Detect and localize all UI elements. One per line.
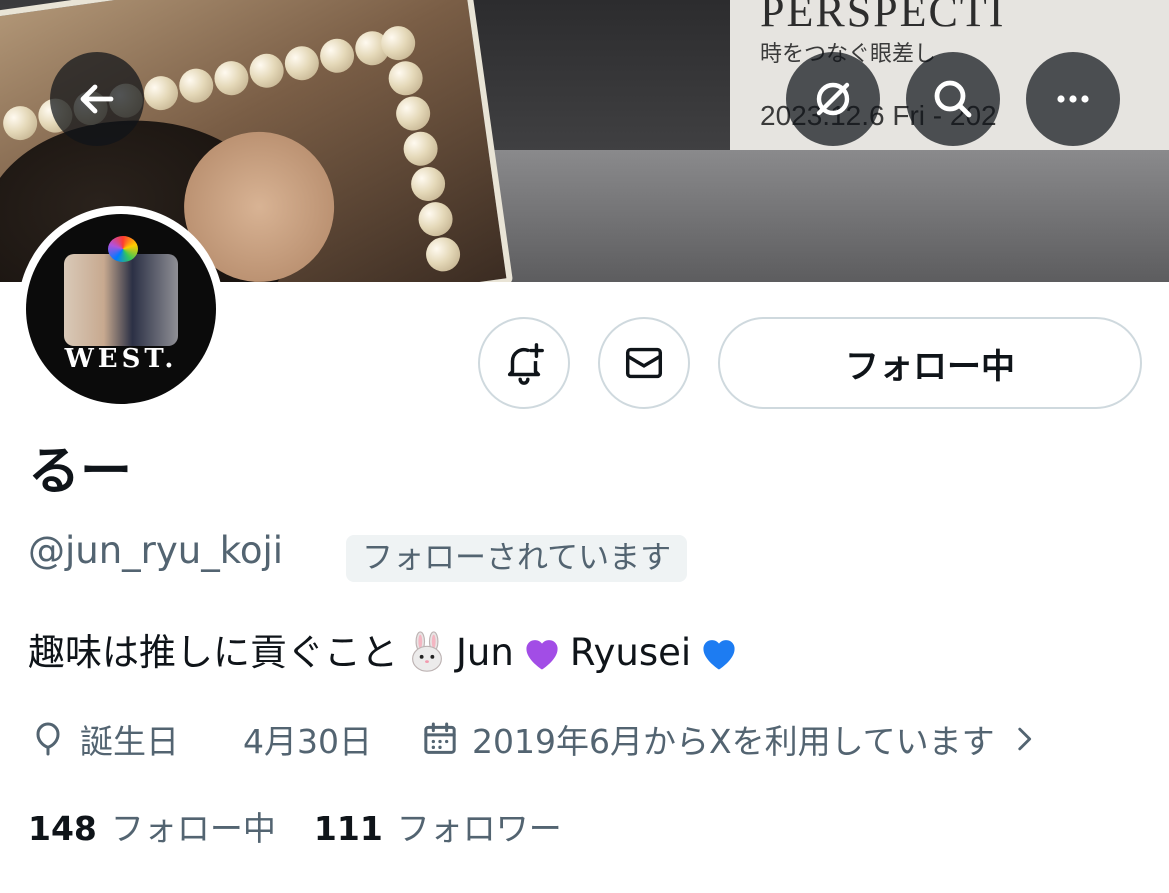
- rabbit-face-emoji: [404, 630, 450, 676]
- display-name: るー: [28, 442, 133, 502]
- follow-stats: 148 フォロー中 111 フォロワー: [28, 802, 562, 850]
- avatar[interactable]: WEST.: [18, 206, 224, 412]
- following-button[interactable]: フォロー中: [718, 317, 1142, 409]
- back-button[interactable]: [50, 52, 144, 146]
- followers-link[interactable]: 111 フォロワー: [314, 802, 562, 850]
- more-icon: [1057, 95, 1089, 103]
- search-button[interactable]: [906, 52, 1000, 146]
- user-handle: @jun_ryu_koji: [28, 529, 284, 572]
- joined-date[interactable]: 2019年6月からXを利用しています: [420, 715, 1041, 763]
- more-button[interactable]: [1026, 52, 1120, 146]
- followers-count: 111: [313, 809, 383, 848]
- banner-vehicle: [440, 150, 1169, 282]
- avatar-photo: [64, 254, 178, 346]
- message-button[interactable]: [598, 317, 690, 409]
- avatar-mascot-icon: [108, 236, 138, 262]
- bio-text-ryusei: Ryusei: [569, 630, 692, 674]
- birthday: 誕生日 4月30日: [28, 715, 372, 763]
- avatar-image: WEST.: [26, 214, 216, 404]
- calendar-icon: [424, 722, 456, 754]
- blue-heart-emoji: [697, 631, 741, 675]
- profile-page: PERSPECTI 時をつなぐ眼差し 2023.12.6 Fri - 202: [0, 0, 1169, 893]
- banner-sign-title: PERSPECTI: [760, 0, 1006, 36]
- back-arrow-icon: [80, 84, 114, 114]
- following-link[interactable]: 148 フォロー中: [28, 802, 276, 850]
- grok-icon: [816, 82, 850, 116]
- avatar-text: WEST.: [64, 344, 178, 374]
- chevron-right-icon: [1017, 727, 1031, 751]
- grok-button[interactable]: [786, 52, 880, 146]
- balloon-icon: [36, 722, 60, 756]
- search-icon: [934, 80, 972, 118]
- birthday-value: 4月30日: [243, 722, 372, 761]
- following-count: 148: [28, 809, 97, 848]
- envelope-icon: [625, 347, 663, 379]
- bio-text-jun: Jun: [456, 630, 514, 674]
- bio-text: 趣味は推しに貢ぐこと: [28, 630, 398, 674]
- follows-you-badge: フォローされています: [346, 535, 688, 583]
- bell-plus-icon: [507, 343, 544, 385]
- profile-bio: 趣味は推しに貢ぐこと Jun Ryusei: [28, 630, 747, 676]
- followers-label: フォロワー: [396, 809, 562, 848]
- profile-meta: 誕生日 4月30日 2019年6月からXを利用しています: [28, 716, 1041, 762]
- notification-button[interactable]: [478, 317, 570, 409]
- birthday-label: 誕生日: [80, 722, 179, 761]
- joined-text: 2019年6月からXを利用しています: [472, 722, 995, 761]
- following-label: フォロー中: [110, 809, 276, 848]
- purple-heart-emoji: [520, 631, 564, 675]
